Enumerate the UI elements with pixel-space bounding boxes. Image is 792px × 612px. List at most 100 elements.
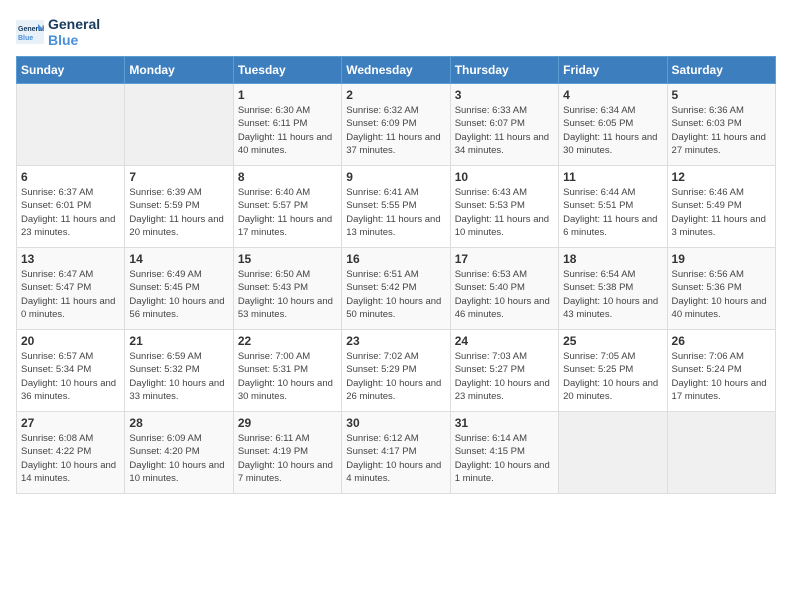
calendar-cell: 15 Sunrise: 6:50 AM Sunset: 5:43 PM Dayli… bbox=[233, 248, 341, 330]
col-header-monday: Monday bbox=[125, 57, 233, 84]
day-info: Sunrise: 6:37 AM Sunset: 6:01 PM Dayligh… bbox=[21, 186, 120, 239]
col-header-friday: Friday bbox=[559, 57, 667, 84]
calendar-cell: 4 Sunrise: 6:34 AM Sunset: 6:05 PM Daylig… bbox=[559, 84, 667, 166]
day-info: Sunrise: 6:59 AM Sunset: 5:32 PM Dayligh… bbox=[129, 350, 228, 403]
calendar-cell: 1Sunrise: 6:30 AM Sunset: 6:11 PM Daylig… bbox=[233, 84, 341, 166]
day-info: Sunrise: 6:09 AM Sunset: 4:20 PM Dayligh… bbox=[129, 432, 228, 485]
calendar-week-row: 13 Sunrise: 6:47 AM Sunset: 5:47 PM Dayli… bbox=[17, 248, 776, 330]
calendar-cell: 19 Sunrise: 6:56 AM Sunset: 5:36 PM Dayli… bbox=[667, 248, 775, 330]
day-number: 26 bbox=[672, 334, 771, 348]
calendar-cell: 18 Sunrise: 6:54 AM Sunset: 5:38 PM Dayli… bbox=[559, 248, 667, 330]
day-number: 5 bbox=[672, 88, 771, 102]
day-number: 30 bbox=[346, 416, 445, 430]
day-info: Sunrise: 6:40 AM Sunset: 5:57 PM Dayligh… bbox=[238, 186, 337, 239]
day-number: 4 bbox=[563, 88, 662, 102]
day-info: Sunrise: 6:41 AM Sunset: 5:55 PM Dayligh… bbox=[346, 186, 445, 239]
calendar-cell: 24Sunrise: 7:03 AM Sunset: 5:27 PM Dayli… bbox=[450, 330, 558, 412]
calendar-cell: 13 Sunrise: 6:47 AM Sunset: 5:47 PM Dayli… bbox=[17, 248, 125, 330]
logo: General Blue General Blue bbox=[16, 16, 100, 48]
calendar-week-row: 27 Sunrise: 6:08 AM Sunset: 4:22 PM Dayli… bbox=[17, 412, 776, 494]
calendar-cell: 2 Sunrise: 6:32 AM Sunset: 6:09 PM Daylig… bbox=[342, 84, 450, 166]
day-info: Sunrise: 6:53 AM Sunset: 5:40 PM Dayligh… bbox=[455, 268, 554, 321]
day-info: Sunrise: 6:56 AM Sunset: 5:36 PM Dayligh… bbox=[672, 268, 771, 321]
calendar-header-row: SundayMondayTuesdayWednesdayThursdayFrid… bbox=[17, 57, 776, 84]
day-number: 21 bbox=[129, 334, 228, 348]
calendar-cell: 29 Sunrise: 6:11 AM Sunset: 4:19 PM Dayli… bbox=[233, 412, 341, 494]
day-number: 31 bbox=[455, 416, 554, 430]
calendar-week-row: 6 Sunrise: 6:37 AM Sunset: 6:01 PM Daylig… bbox=[17, 166, 776, 248]
calendar-cell: 28 Sunrise: 6:09 AM Sunset: 4:20 PM Dayli… bbox=[125, 412, 233, 494]
day-number: 19 bbox=[672, 252, 771, 266]
calendar-week-row: 1Sunrise: 6:30 AM Sunset: 6:11 PM Daylig… bbox=[17, 84, 776, 166]
day-info: Sunrise: 6:43 AM Sunset: 5:53 PM Dayligh… bbox=[455, 186, 554, 239]
calendar-cell: 14 Sunrise: 6:49 AM Sunset: 5:45 PM Dayli… bbox=[125, 248, 233, 330]
calendar-cell: 17 Sunrise: 6:53 AM Sunset: 5:40 PM Dayli… bbox=[450, 248, 558, 330]
day-info: Sunrise: 7:05 AM Sunset: 5:25 PM Dayligh… bbox=[563, 350, 662, 403]
svg-text:Blue: Blue bbox=[18, 35, 33, 42]
logo-icon: General Blue bbox=[16, 20, 44, 44]
calendar-cell: 6 Sunrise: 6:37 AM Sunset: 6:01 PM Daylig… bbox=[17, 166, 125, 248]
calendar-week-row: 20 Sunrise: 6:57 AM Sunset: 5:34 PM Dayli… bbox=[17, 330, 776, 412]
day-info: Sunrise: 6:08 AM Sunset: 4:22 PM Dayligh… bbox=[21, 432, 120, 485]
calendar-cell bbox=[17, 84, 125, 166]
day-info: Sunrise: 6:32 AM Sunset: 6:09 PM Dayligh… bbox=[346, 104, 445, 157]
calendar-cell: 31Sunrise: 6:14 AM Sunset: 4:15 PM Dayli… bbox=[450, 412, 558, 494]
day-number: 18 bbox=[563, 252, 662, 266]
calendar-cell: 9 Sunrise: 6:41 AM Sunset: 5:55 PM Daylig… bbox=[342, 166, 450, 248]
calendar-cell: 10 Sunrise: 6:43 AM Sunset: 5:53 PM Dayli… bbox=[450, 166, 558, 248]
day-number: 6 bbox=[21, 170, 120, 184]
day-info: Sunrise: 6:11 AM Sunset: 4:19 PM Dayligh… bbox=[238, 432, 337, 485]
day-number: 14 bbox=[129, 252, 228, 266]
col-header-sunday: Sunday bbox=[17, 57, 125, 84]
calendar-cell: 20 Sunrise: 6:57 AM Sunset: 5:34 PM Dayli… bbox=[17, 330, 125, 412]
calendar-cell bbox=[125, 84, 233, 166]
col-header-wednesday: Wednesday bbox=[342, 57, 450, 84]
day-number: 29 bbox=[238, 416, 337, 430]
day-number: 27 bbox=[21, 416, 120, 430]
day-info: Sunrise: 7:00 AM Sunset: 5:31 PM Dayligh… bbox=[238, 350, 337, 403]
calendar-cell: 5 Sunrise: 6:36 AM Sunset: 6:03 PM Daylig… bbox=[667, 84, 775, 166]
day-number: 2 bbox=[346, 88, 445, 102]
day-number: 8 bbox=[238, 170, 337, 184]
day-info: Sunrise: 6:39 AM Sunset: 5:59 PM Dayligh… bbox=[129, 186, 228, 239]
calendar-cell: 30 Sunrise: 6:12 AM Sunset: 4:17 PM Dayli… bbox=[342, 412, 450, 494]
calendar-cell: 23Sunrise: 7:02 AM Sunset: 5:29 PM Dayli… bbox=[342, 330, 450, 412]
col-header-thursday: Thursday bbox=[450, 57, 558, 84]
day-number: 20 bbox=[21, 334, 120, 348]
day-info: Sunrise: 6:34 AM Sunset: 6:05 PM Dayligh… bbox=[563, 104, 662, 157]
day-number: 3 bbox=[455, 88, 554, 102]
day-number: 13 bbox=[21, 252, 120, 266]
calendar-cell: 7Sunrise: 6:39 AM Sunset: 5:59 PM Daylig… bbox=[125, 166, 233, 248]
day-info: Sunrise: 7:06 AM Sunset: 5:24 PM Dayligh… bbox=[672, 350, 771, 403]
day-info: Sunrise: 6:47 AM Sunset: 5:47 PM Dayligh… bbox=[21, 268, 120, 321]
day-number: 17 bbox=[455, 252, 554, 266]
day-number: 9 bbox=[346, 170, 445, 184]
col-header-saturday: Saturday bbox=[667, 57, 775, 84]
calendar-cell: 26 Sunrise: 7:06 AM Sunset: 5:24 PM Dayli… bbox=[667, 330, 775, 412]
calendar-cell: 22Sunrise: 7:00 AM Sunset: 5:31 PM Dayli… bbox=[233, 330, 341, 412]
page-header: General Blue General Blue bbox=[16, 16, 776, 48]
day-number: 28 bbox=[129, 416, 228, 430]
day-number: 10 bbox=[455, 170, 554, 184]
day-info: Sunrise: 6:57 AM Sunset: 5:34 PM Dayligh… bbox=[21, 350, 120, 403]
day-number: 15 bbox=[238, 252, 337, 266]
day-info: Sunrise: 6:50 AM Sunset: 5:43 PM Dayligh… bbox=[238, 268, 337, 321]
calendar-cell: 25 Sunrise: 7:05 AM Sunset: 5:25 PM Dayli… bbox=[559, 330, 667, 412]
day-info: Sunrise: 6:51 AM Sunset: 5:42 PM Dayligh… bbox=[346, 268, 445, 321]
logo-text: General Blue bbox=[48, 16, 100, 48]
day-number: 1 bbox=[238, 88, 337, 102]
calendar-cell bbox=[559, 412, 667, 494]
day-info: Sunrise: 6:49 AM Sunset: 5:45 PM Dayligh… bbox=[129, 268, 228, 321]
day-number: 25 bbox=[563, 334, 662, 348]
day-info: Sunrise: 6:36 AM Sunset: 6:03 PM Dayligh… bbox=[672, 104, 771, 157]
calendar-table: SundayMondayTuesdayWednesdayThursdayFrid… bbox=[16, 56, 776, 494]
day-info: Sunrise: 6:12 AM Sunset: 4:17 PM Dayligh… bbox=[346, 432, 445, 485]
day-info: Sunrise: 7:03 AM Sunset: 5:27 PM Dayligh… bbox=[455, 350, 554, 403]
day-info: Sunrise: 6:33 AM Sunset: 6:07 PM Dayligh… bbox=[455, 104, 554, 157]
calendar-cell: 11Sunrise: 6:44 AM Sunset: 5:51 PM Dayli… bbox=[559, 166, 667, 248]
calendar-cell: 3 Sunrise: 6:33 AM Sunset: 6:07 PM Daylig… bbox=[450, 84, 558, 166]
day-info: Sunrise: 6:54 AM Sunset: 5:38 PM Dayligh… bbox=[563, 268, 662, 321]
day-number: 16 bbox=[346, 252, 445, 266]
day-info: Sunrise: 7:02 AM Sunset: 5:29 PM Dayligh… bbox=[346, 350, 445, 403]
calendar-cell: 21 Sunrise: 6:59 AM Sunset: 5:32 PM Dayli… bbox=[125, 330, 233, 412]
